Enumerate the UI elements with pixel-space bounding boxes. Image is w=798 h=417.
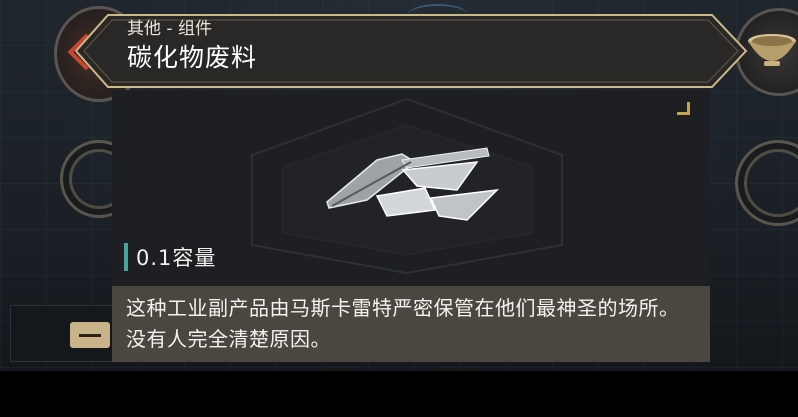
- capacity-stat: 0.1容量: [124, 242, 216, 272]
- capacity-value: 0.1容量: [136, 246, 217, 270]
- corner-marker-icon: [677, 102, 690, 115]
- item-header-banner: 其他 - 组件 碳化物废料: [72, 13, 752, 89]
- bottom-letterbox: [0, 371, 798, 417]
- background-key-hint: [70, 322, 110, 348]
- item-title: 碳化物废料: [127, 43, 258, 72]
- item-category: 其他 - 组件: [127, 19, 212, 39]
- bowl-icon: [748, 34, 796, 66]
- item-description: 这种工业副产品由马斯卡雷特严密保管在他们最神圣的场所。没有人完全清楚原因。: [126, 296, 680, 351]
- carbide-scrap-icon: [326, 147, 500, 221]
- capacity-accent-bar: [124, 243, 128, 271]
- item-tooltip-card: 0.1容量 这种工业副产品由马斯卡雷特严密保管在他们最神圣的场所。没有人完全清楚…: [112, 90, 710, 362]
- game-screen: 0.1容量 这种工业副产品由马斯卡雷特严密保管在他们最神圣的场所。没有人完全清楚…: [0, 0, 798, 417]
- description-panel: 这种工业副产品由马斯卡雷特严密保管在他们最神圣的场所。没有人完全清楚原因。: [112, 286, 710, 362]
